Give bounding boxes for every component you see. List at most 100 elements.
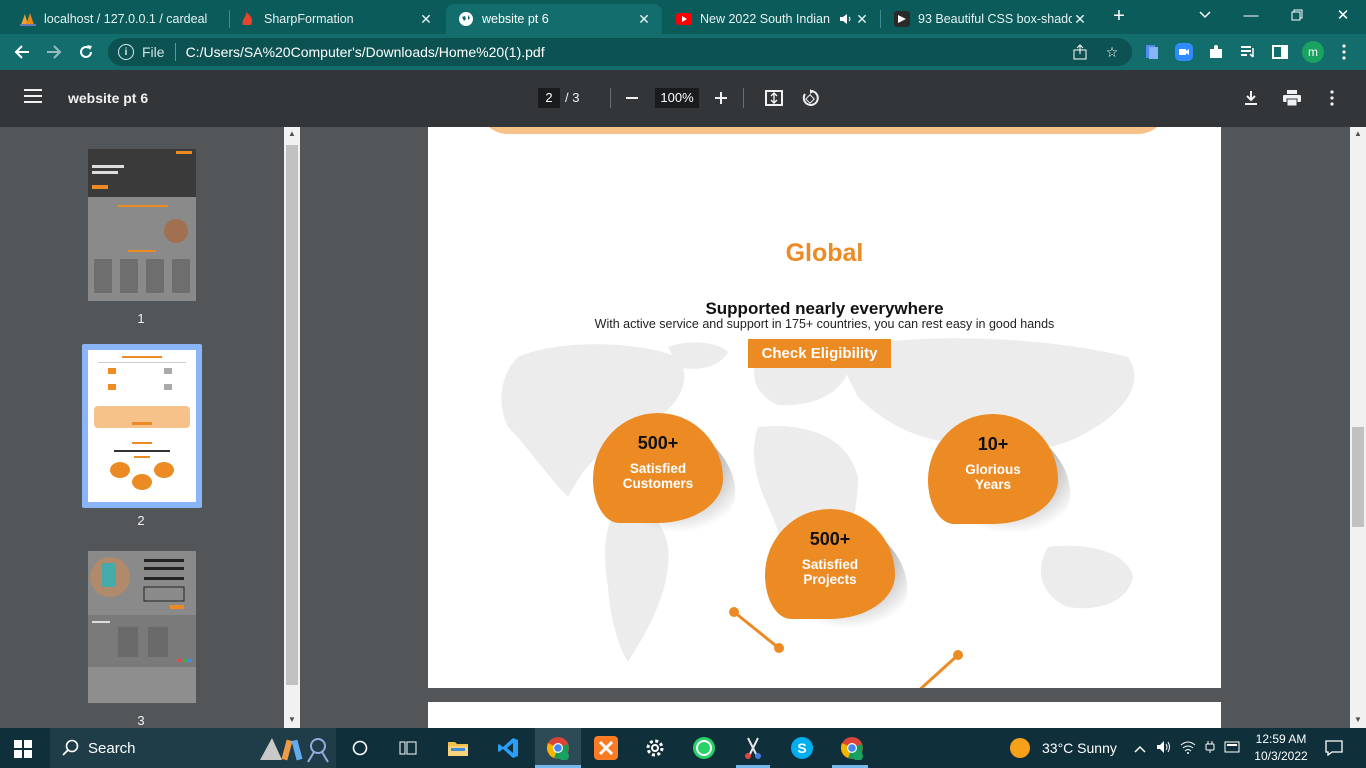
tab-separator xyxy=(880,10,881,28)
info-icon[interactable]: i xyxy=(118,44,134,60)
close-window-button[interactable]: ✕ xyxy=(1320,0,1366,30)
zoom-out-button[interactable] xyxy=(621,87,643,109)
scroll-up-arrow-icon[interactable]: ▲ xyxy=(288,129,296,138)
viewer-scrollbar[interactable]: ▲ ▼ xyxy=(1350,127,1366,728)
speaker-icon[interactable] xyxy=(838,11,854,27)
xampp-icon[interactable] xyxy=(592,734,620,762)
back-button[interactable] xyxy=(8,38,36,66)
zoom-extension-icon[interactable] xyxy=(1174,42,1194,62)
total-pages: / 3 xyxy=(565,90,580,105)
profile-avatar[interactable]: m xyxy=(1302,41,1324,63)
scroll-up-arrow-icon[interactable]: ▲ xyxy=(1354,129,1362,138)
stat-customers: 500+ Satisfied Customers xyxy=(587,399,757,565)
url-text: C:/Users/SA%20Computer's/Downloads/Home%… xyxy=(185,44,545,60)
volume-icon[interactable] xyxy=(1156,740,1172,757)
search-icon xyxy=(62,739,79,756)
power-plug-icon[interactable] xyxy=(1204,740,1216,757)
download-icon[interactable] xyxy=(1240,87,1262,109)
search-highlight-icon xyxy=(260,738,329,763)
stat-years: 10+ Glorious Years xyxy=(922,400,1092,566)
task-view-icon[interactable] xyxy=(394,734,422,762)
snipping-tool-icon[interactable] xyxy=(739,734,767,762)
rotate-icon[interactable] xyxy=(799,87,821,109)
browser-menu-icon[interactable] xyxy=(1334,42,1354,62)
tab-website-pt-6[interactable]: website pt 6 ✕ xyxy=(446,4,662,34)
taskbar-search[interactable]: Search xyxy=(50,728,336,768)
notifications-icon[interactable] xyxy=(1320,734,1348,762)
thumbnail-number: 2 xyxy=(137,513,145,528)
print-icon[interactable] xyxy=(1281,87,1303,109)
chevron-up-icon[interactable] xyxy=(1134,741,1146,756)
close-icon[interactable]: ✕ xyxy=(854,11,870,28)
thumbnail-number: 3 xyxy=(137,713,145,728)
reload-button[interactable] xyxy=(72,38,100,66)
sidebar-scroll-thumb[interactable] xyxy=(286,145,298,685)
tab-sharpformation[interactable]: SharpFormation ✕ xyxy=(228,4,444,34)
viewer-scroll-thumb[interactable] xyxy=(1352,427,1364,527)
fit-to-page-icon[interactable] xyxy=(763,87,785,109)
extension-docs-icon[interactable] xyxy=(1142,42,1162,62)
skype-icon[interactable]: S xyxy=(788,734,816,762)
windows-start-icon[interactable] xyxy=(14,740,32,758)
star-icon[interactable]: ☆ xyxy=(1102,42,1122,62)
thumbnail-number: 1 xyxy=(137,311,145,326)
scroll-down-arrow-icon[interactable]: ▼ xyxy=(288,715,296,724)
close-icon[interactable]: ✕ xyxy=(1072,11,1088,28)
page-number-input[interactable]: 2 xyxy=(538,88,560,108)
check-eligibility-button[interactable]: Check Eligibility xyxy=(748,339,891,368)
pdf-next-page xyxy=(428,702,1221,728)
stat-number: 500+ xyxy=(809,529,851,549)
tab-search-button[interactable] xyxy=(1182,0,1228,30)
scroll-down-arrow-icon[interactable]: ▼ xyxy=(1354,715,1362,724)
whatsapp-icon[interactable] xyxy=(690,734,718,762)
file-explorer-icon[interactable] xyxy=(444,734,472,762)
supported-heading: Supported nearly everywhere xyxy=(705,299,944,318)
svg-text:S: S xyxy=(797,740,806,756)
sidebar-scrollbar[interactable]: ▲ ▼ xyxy=(284,127,300,728)
side-panel-icon[interactable] xyxy=(1270,42,1290,62)
taskbar-clock[interactable]: 12:59 AM 10/3/2022 xyxy=(1248,731,1314,765)
stat-number: 10+ xyxy=(977,434,1009,454)
tab-css-box-shadow[interactable]: 93 Beautiful CSS box-shadow ✕ xyxy=(882,4,1098,34)
chrome-profile-icon[interactable] xyxy=(838,734,866,762)
forward-button[interactable] xyxy=(40,38,68,66)
page-thumbnail-1[interactable] xyxy=(88,149,196,301)
address-bar[interactable]: i File C:/Users/SA%20Computer's/Download… xyxy=(108,38,1132,66)
stat-projects: 500+ Satisfied Projects xyxy=(759,495,929,661)
new-tab-button[interactable]: + xyxy=(1108,6,1130,28)
cortana-icon[interactable] xyxy=(346,734,374,762)
global-heading: Global xyxy=(785,239,864,267)
extensions-puzzle-icon[interactable] xyxy=(1206,42,1226,62)
reading-list-icon[interactable] xyxy=(1238,42,1258,62)
wifi-icon[interactable] xyxy=(1180,740,1196,757)
close-icon[interactable]: ✕ xyxy=(636,11,652,28)
tab-localhost[interactable]: localhost / 127.0.0.1 / cardeal xyxy=(8,4,226,34)
page-thumbnail-2[interactable] xyxy=(88,350,196,502)
system-tray xyxy=(1134,728,1240,768)
tab-strip: localhost / 127.0.0.1 / cardeal SharpFor… xyxy=(0,0,1366,34)
restore-button[interactable] xyxy=(1274,0,1320,30)
chrome-icon[interactable] xyxy=(544,734,572,762)
minimize-button[interactable]: — xyxy=(1228,0,1274,30)
windows-taskbar: Search S 33°C Sunny 12:59 AM 10/3/2022 xyxy=(0,728,1366,768)
sun-icon xyxy=(1010,738,1030,758)
pdf-toolbar: website pt 6 2 / 3 100% xyxy=(0,70,1366,127)
cta-banner-bottom xyxy=(478,127,1168,134)
flame-icon xyxy=(240,11,256,27)
more-options-icon[interactable] xyxy=(1321,87,1343,109)
weather-widget[interactable]: 33°C Sunny xyxy=(1010,728,1117,768)
share-icon[interactable] xyxy=(1070,42,1090,62)
tab-youtube[interactable]: New 2022 South Indian Hin ✕ xyxy=(664,4,880,34)
vscode-icon[interactable] xyxy=(494,734,522,762)
stat-label: Glorious Years xyxy=(965,462,1021,492)
hamburger-menu-icon[interactable] xyxy=(24,89,42,107)
site-icon xyxy=(894,11,910,27)
settings-gear-icon[interactable] xyxy=(641,734,669,762)
close-icon[interactable]: ✕ xyxy=(418,11,434,28)
keyboard-language-icon[interactable] xyxy=(1224,740,1240,757)
supported-subtext: With active service and support in 175+ … xyxy=(594,317,1055,331)
zoom-level-input[interactable]: 100% xyxy=(655,88,699,108)
page-thumbnail-3[interactable] xyxy=(88,551,196,703)
zoom-in-button[interactable] xyxy=(710,87,732,109)
youtube-icon xyxy=(676,11,692,27)
